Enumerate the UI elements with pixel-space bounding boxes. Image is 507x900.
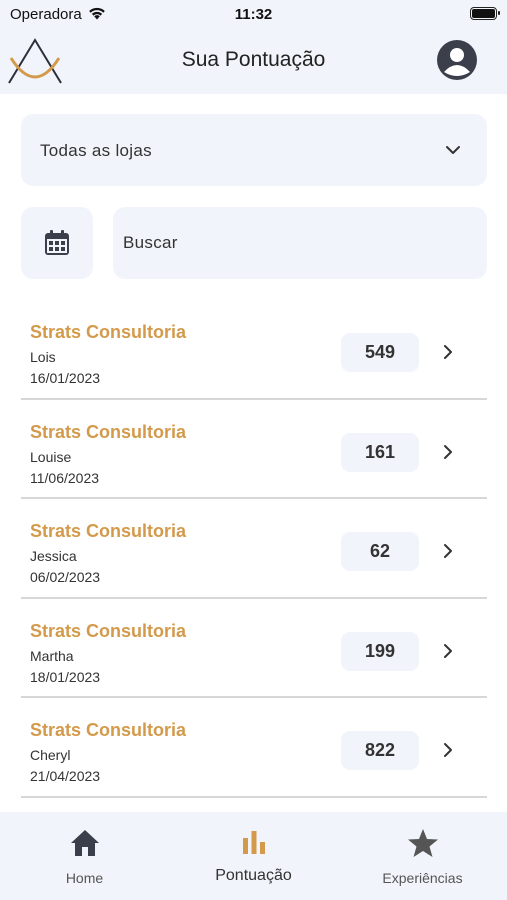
chevron-down-icon [446, 146, 460, 154]
store-select-value: Todas as lojas [40, 141, 152, 160]
app-header: Sua Pontuação [0, 30, 507, 94]
item-store-name: Strats Consultoria [30, 322, 187, 342]
item-person-name: Martha [30, 647, 74, 664]
list-item[interactable]: Strats Consultoria Martha 18/01/2023 199 [21, 599, 487, 698]
user-avatar-icon[interactable] [437, 40, 477, 80]
score-badge: 822 [341, 731, 419, 770]
nav-item-experiencias[interactable]: Experiências [338, 812, 507, 900]
item-person-name: Lois [30, 349, 56, 365]
nav-label-experiencias: Experiências [382, 870, 463, 886]
score-badge: 199 [341, 631, 419, 671]
bar-chart-icon [242, 831, 265, 854]
score-badge: 549 [341, 333, 419, 372]
bottom-nav: Home Pontuação Experiências [0, 812, 507, 900]
list-item[interactable]: Strats Consultoria Lois 16/01/2023 549 [21, 300, 487, 400]
list-item[interactable]: Strats Consultoria Cheryl 21/04/2023 822 [21, 698, 487, 798]
search-field[interactable] [113, 207, 487, 279]
chevron-right-icon[interactable] [441, 643, 455, 659]
item-store-name: Strats Consultoria [30, 521, 187, 541]
list-item[interactable]: Strats Consultoria Jessica 06/02/2023 62 [21, 499, 487, 599]
item-date: 21/04/2023 [30, 768, 101, 784]
calendar-icon [45, 230, 69, 255]
item-date: 06/02/2023 [30, 569, 101, 585]
item-store-name: Strats Consultoria [30, 620, 187, 641]
home-icon [70, 830, 99, 856]
score-badge: 62 [341, 532, 419, 571]
nav-item-home[interactable]: Home [0, 812, 169, 900]
item-person-name: Louise [30, 448, 72, 465]
chevron-right-icon[interactable] [441, 742, 455, 758]
item-person-name: Jessica [30, 548, 77, 564]
item-person-name: Cheryl [30, 747, 71, 763]
star-icon [407, 829, 438, 857]
store-select[interactable]: Todas as lojas [21, 114, 487, 186]
calendar-button[interactable] [21, 207, 93, 279]
battery-icon [470, 7, 500, 20]
item-date: 11/06/2023 [30, 469, 100, 486]
score-badge: 161 [341, 432, 419, 472]
clock: 11:32 [234, 6, 273, 23]
item-store-name: Strats Consultoria [30, 421, 187, 442]
nav-label-home: Home [65, 870, 104, 886]
list-item[interactable]: Strats Consultoria Louise 11/06/2023 161 [21, 400, 487, 499]
chevron-right-icon[interactable] [441, 444, 455, 460]
nav-label-pontuacao: Pontuação [215, 867, 292, 884]
chevron-right-icon[interactable] [441, 543, 455, 559]
item-date: 18/01/2023 [30, 668, 101, 685]
search-input[interactable] [123, 231, 463, 255]
page-title: Sua Pontuação [181, 48, 326, 71]
nav-item-pontuacao[interactable]: Pontuação [169, 812, 338, 900]
item-store-name: Strats Consultoria [30, 720, 187, 740]
score-list: Strats Consultoria Lois 16/01/2023 549 S… [21, 300, 487, 798]
item-date: 16/01/2023 [30, 370, 101, 386]
status-bar: Operadora 11:32 [0, 0, 507, 30]
chevron-right-icon[interactable] [441, 344, 455, 360]
